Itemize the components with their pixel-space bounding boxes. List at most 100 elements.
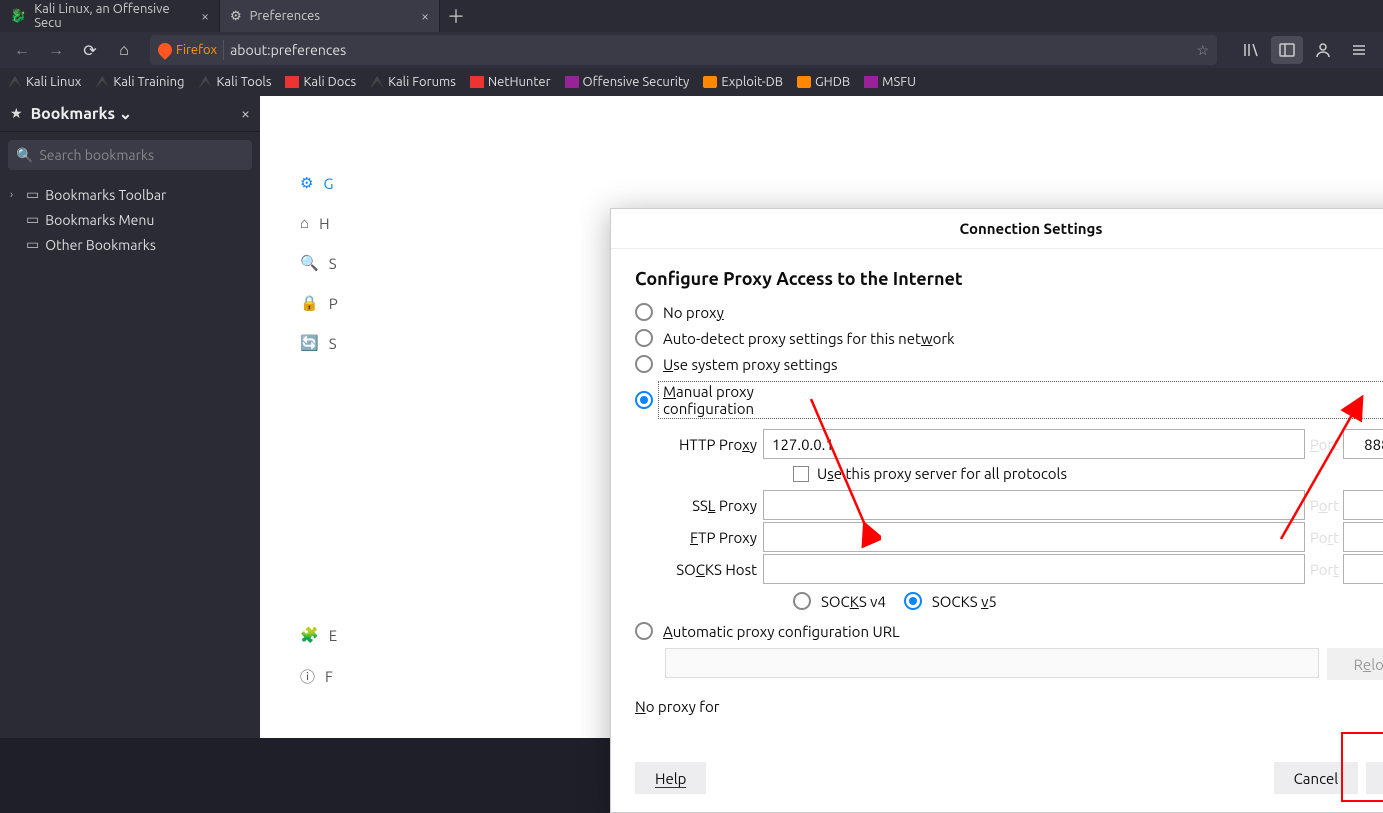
- radio-icon[interactable]: [904, 592, 922, 610]
- bm-ghdb[interactable]: GHDB: [797, 75, 850, 89]
- exploitdb-icon: [703, 76, 717, 88]
- radio-no-proxy[interactable]: No proxy: [635, 303, 1383, 321]
- star-icon: ★: [10, 105, 23, 122]
- home-button[interactable]: ⌂: [110, 36, 138, 64]
- radio-label: SOCKS v5: [932, 593, 997, 610]
- port-label: Port: [1305, 529, 1343, 546]
- port-label: Port: [1305, 436, 1343, 453]
- bm-exploit-db[interactable]: Exploit-DB: [703, 75, 783, 89]
- checkbox-icon[interactable]: [793, 466, 809, 482]
- http-proxy-row: HTTP Proxy Port: [665, 429, 1383, 459]
- radio-icon[interactable]: [793, 592, 811, 610]
- radio-label: Manual proxy configuration: [658, 381, 1383, 419]
- ssl-port-input[interactable]: [1343, 490, 1383, 520]
- radio-pac-url[interactable]: Automatic proxy configuration URL: [635, 622, 1383, 640]
- prefs-nav-support[interactable]: ⓘF: [300, 666, 337, 687]
- ftp-proxy-input[interactable]: [763, 522, 1305, 552]
- socks-host-input[interactable]: [763, 554, 1305, 584]
- radio-manual[interactable]: Manual proxy configuration: [635, 381, 1383, 419]
- tree-other-bookmarks[interactable]: ▭Other Bookmarks: [10, 232, 250, 257]
- radio-socks4[interactable]: SOCKS v4: [793, 592, 886, 610]
- account-icon[interactable]: [1307, 36, 1339, 64]
- radio-icon[interactable]: [635, 622, 653, 640]
- sync-icon: 🔄: [300, 334, 319, 352]
- bookmark-star-icon[interactable]: ☆: [1196, 42, 1209, 59]
- help-button[interactable]: Help: [635, 762, 706, 794]
- sidebar-toggle-icon[interactable]: [1271, 36, 1303, 64]
- radio-auto-detect[interactable]: Auto-detect proxy settings for this netw…: [635, 329, 1383, 347]
- dragon-icon: [8, 76, 22, 88]
- library-icon[interactable]: [1235, 36, 1267, 64]
- radio-icon[interactable]: [635, 303, 653, 321]
- url-bar[interactable]: Firefox about:preferences ☆: [150, 35, 1217, 65]
- new-tab-button[interactable]: ＋: [440, 3, 472, 29]
- lock-icon: 🔒: [300, 294, 319, 312]
- use-all-protocols-row[interactable]: Use this proxy server for all protocols: [793, 465, 1383, 482]
- prefs-nav-extensions[interactable]: 🧩E: [300, 626, 337, 644]
- prefs-nav-sync[interactable]: 🔄S: [300, 334, 338, 352]
- dragon-icon: [95, 76, 109, 88]
- home-icon: ⌂: [300, 214, 309, 232]
- cancel-button[interactable]: Cancel: [1274, 762, 1359, 794]
- divider: [223, 40, 224, 60]
- port-label: Port: [1305, 497, 1343, 514]
- prefs-nav-search[interactable]: 🔍S: [300, 254, 338, 272]
- url-text: about:preferences: [230, 42, 346, 58]
- socks-host-row: SOCKS Host Port: [665, 554, 1383, 584]
- sidebar-search[interactable]: 🔍 Search bookmarks: [8, 140, 252, 170]
- menu-icon[interactable]: [1343, 36, 1375, 64]
- dialog-heading: Configure Proxy Access to the Internet: [635, 269, 1383, 289]
- bm-offensive-security[interactable]: Offensive Security: [565, 75, 690, 89]
- bookmarks-toolbar: Kali Linux Kali Training Kali Tools Kali…: [0, 68, 1383, 96]
- radio-label: SOCKS v4: [821, 593, 886, 610]
- ok-button[interactable]: OK: [1366, 762, 1383, 794]
- offsec-icon: [565, 76, 579, 88]
- tab-title: Preferences: [250, 9, 320, 23]
- radio-icon[interactable]: [635, 391, 653, 409]
- tab-kali[interactable]: 🐉 Kali Linux, an Offensive Secu ×: [0, 0, 220, 32]
- tab-title: Kali Linux, an Offensive Secu: [34, 2, 193, 30]
- close-icon[interactable]: ×: [241, 105, 250, 123]
- tree-bookmarks-toolbar[interactable]: ›▭Bookmarks Toolbar: [10, 182, 250, 207]
- dragon-icon: [370, 76, 384, 88]
- radio-socks5[interactable]: SOCKS v5: [904, 592, 997, 610]
- prefs-nav-home[interactable]: ⌂H: [300, 214, 338, 232]
- tab-icon: 🐉: [10, 9, 26, 24]
- socks-version: SOCKS v4 SOCKS v5: [793, 592, 1383, 610]
- ssl-proxy-input[interactable]: [763, 490, 1305, 520]
- chevron-right-icon: ›: [10, 189, 20, 201]
- radio-label: Automatic proxy configuration URL: [663, 623, 900, 640]
- ghdb-icon: [797, 76, 811, 88]
- bookmarks-sidebar: ★ Bookmarks ⌄ × 🔍 Search bookmarks ›▭Boo…: [0, 96, 260, 738]
- search-placeholder: Search bookmarks: [39, 147, 154, 163]
- ftp-port-input[interactable]: [1343, 522, 1383, 552]
- tab-preferences[interactable]: ⚙ Preferences ×: [220, 0, 440, 32]
- bm-kali-docs[interactable]: Kali Docs: [285, 75, 356, 89]
- pac-url-input[interactable]: [665, 648, 1319, 678]
- http-port-input[interactable]: [1343, 429, 1383, 459]
- sidebar-title[interactable]: Bookmarks ⌄: [31, 104, 233, 123]
- close-icon[interactable]: ×: [201, 8, 209, 24]
- close-icon[interactable]: ×: [421, 8, 429, 24]
- prefs-nav-general[interactable]: ⚙G: [300, 174, 338, 192]
- prefs-nav-privacy[interactable]: 🔒P: [300, 294, 338, 312]
- tree-bookmarks-menu[interactable]: ▭Bookmarks Menu: [10, 207, 250, 232]
- reload-button[interactable]: ⟳: [76, 36, 104, 64]
- nethunter-icon: [470, 76, 484, 88]
- http-proxy-input[interactable]: [763, 429, 1305, 459]
- connection-settings-dialog: Connection Settings × Configure Proxy Ac…: [610, 208, 1383, 813]
- bm-kali-linux[interactable]: Kali Linux: [8, 75, 81, 89]
- http-proxy-label: HTTP Proxy: [665, 436, 763, 453]
- radio-use-system[interactable]: Use system proxy settings: [635, 355, 1383, 373]
- bm-nethunter[interactable]: NetHunter: [470, 75, 551, 89]
- bm-kali-tools[interactable]: Kali Tools: [198, 75, 271, 89]
- socks-port-input[interactable]: [1343, 554, 1383, 584]
- radio-icon[interactable]: [635, 329, 653, 347]
- radio-icon[interactable]: [635, 355, 653, 373]
- back-button[interactable]: ←: [8, 36, 36, 64]
- radio-label: No proxy: [663, 304, 724, 321]
- bm-msfu[interactable]: MSFU: [864, 75, 916, 89]
- content-area: ★ Bookmarks ⌄ × 🔍 Search bookmarks ›▭Boo…: [0, 96, 1383, 738]
- bm-kali-training[interactable]: Kali Training: [95, 75, 184, 89]
- bm-kali-forums[interactable]: Kali Forums: [370, 75, 456, 89]
